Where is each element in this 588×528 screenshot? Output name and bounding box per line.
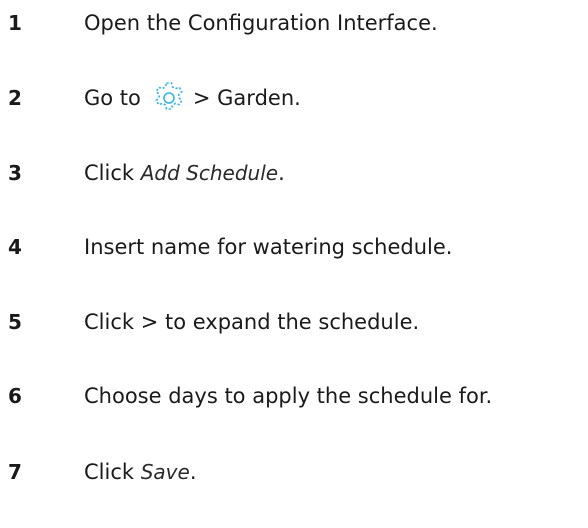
step-5: 5 Click > to expand the schedule. <box>0 302 588 342</box>
step-text-suffix: . <box>278 161 285 185</box>
gear-icon <box>151 80 187 116</box>
step-text: Click Save . <box>84 452 197 492</box>
step-text-suffix: > Garden. <box>192 86 301 110</box>
step-text: Click Add Schedule . <box>84 153 285 193</box>
step-number: 3 <box>8 161 22 185</box>
step-number: 5 <box>8 310 22 334</box>
step-2: 2 Go to > Garden. <box>0 78 588 118</box>
step-text: Choose days to apply the schedule for. <box>84 384 493 408</box>
step-6: 6 Choose days to apply the schedule for. <box>0 376 588 416</box>
step-text-prefix: Go to <box>84 86 141 110</box>
step-1: 1 Open the Configuration Interface. <box>0 3 588 43</box>
step-text: Click > to expand the schedule. <box>84 310 420 334</box>
ui-term-save: Save <box>140 460 190 484</box>
step-text: Insert name for watering schedule. <box>84 235 453 259</box>
instruction-steps: 1 Open the Configuration Interface. 2 Go… <box>0 0 588 528</box>
step-3: 3 Click Add Schedule . <box>0 153 588 193</box>
step-4: 4 Insert name for watering schedule. <box>0 227 588 267</box>
ui-term-add-schedule: Add Schedule <box>140 161 279 185</box>
step-number: 6 <box>8 384 22 408</box>
step-text-prefix: Click <box>84 460 141 484</box>
step-number: 2 <box>8 86 22 110</box>
step-7: 7 Click Save . <box>0 452 588 492</box>
step-text: Go to > Garden. <box>84 78 301 118</box>
step-text: Open the Configuration Interface. <box>84 11 438 35</box>
step-number: 4 <box>8 235 22 259</box>
step-number: 7 <box>8 460 22 484</box>
step-text-suffix: . <box>189 460 197 484</box>
step-text-prefix: Click <box>84 161 141 185</box>
step-number: 1 <box>8 11 22 35</box>
